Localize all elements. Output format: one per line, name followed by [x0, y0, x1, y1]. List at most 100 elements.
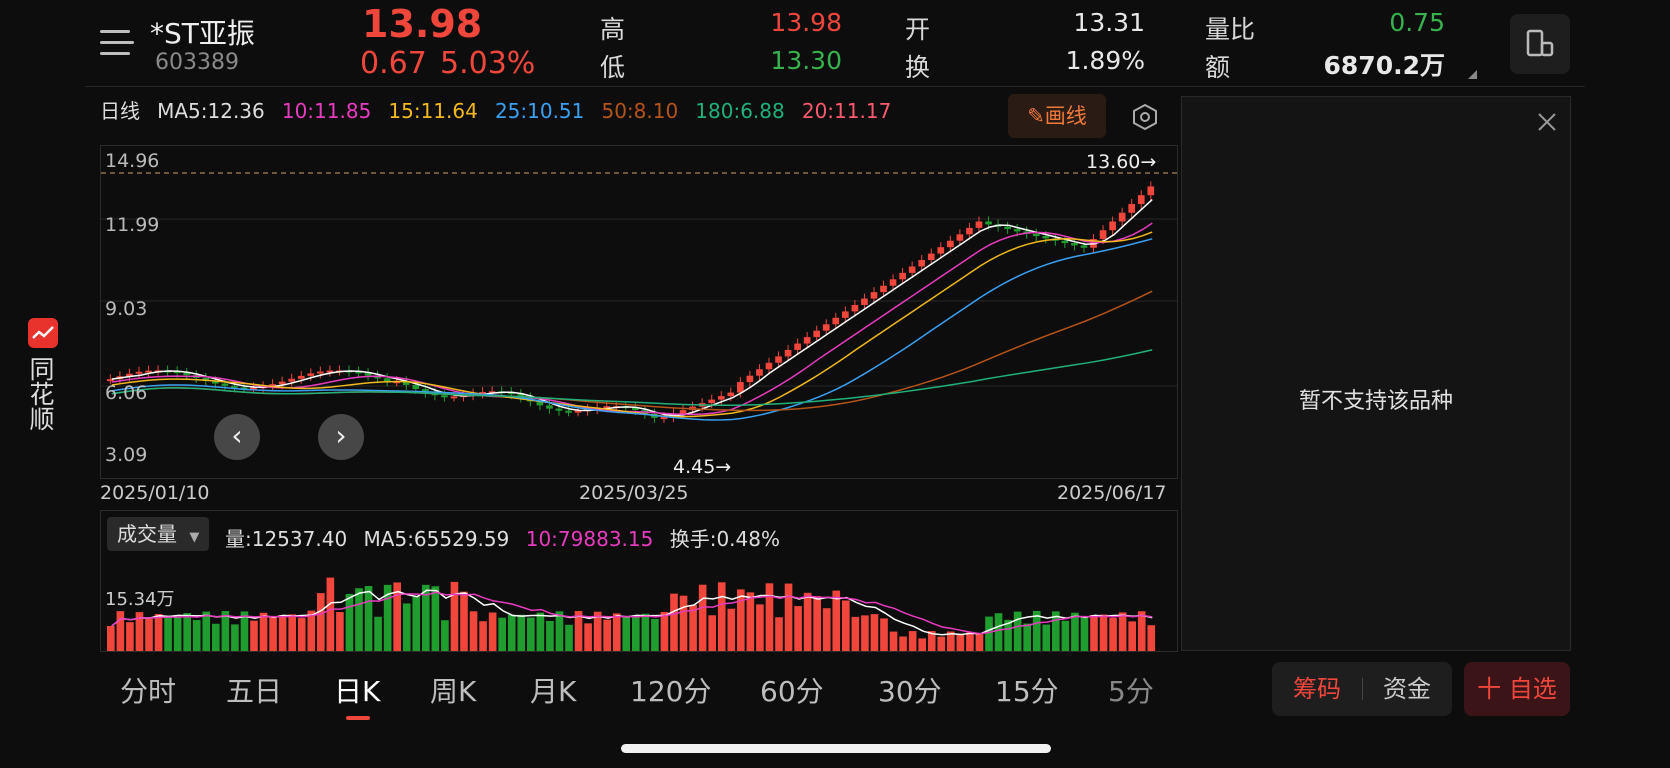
volume-bar: [192, 620, 201, 651]
volume-bar: [536, 612, 545, 651]
volume-indicator-select[interactable]: 成交量 ▼: [107, 517, 210, 551]
volume-bar: [651, 618, 659, 651]
ma10-value: 10:11.85: [281, 99, 372, 123]
volume-bar: [231, 624, 239, 651]
stock-code: 603389: [155, 50, 239, 75]
kline-chart[interactable]: 14.96 11.99 9.03 6.06 3.09 13.60→ 4.45→ …: [100, 145, 1178, 479]
tab-5min[interactable]: 5分: [1108, 670, 1154, 710]
candle-body: [297, 375, 305, 379]
period-label: 日线: [100, 99, 140, 123]
volume-bar: [479, 621, 487, 651]
funds-button[interactable]: 资金: [1362, 662, 1452, 716]
active-tab-indicator: [346, 716, 370, 720]
candle-body: [851, 304, 859, 312]
header-divider: [85, 86, 1585, 87]
volume-bar: [756, 604, 764, 651]
close-icon[interactable]: [1532, 107, 1562, 137]
candle-body: [450, 396, 458, 399]
candle-body: [737, 382, 744, 393]
candle-body: [746, 375, 754, 383]
volume-bar: [966, 632, 974, 651]
min-price-marker: 4.45→: [673, 456, 732, 478]
amount-label: 额: [1205, 53, 1231, 82]
volume-bar: [278, 615, 287, 651]
volume-bar: [116, 611, 125, 651]
volume-bar: [126, 622, 134, 651]
volume-bar: [250, 620, 258, 651]
y-label-4: 6.06: [105, 382, 148, 404]
volume-bar: [1042, 624, 1051, 651]
volume-bar: [336, 612, 344, 651]
candle-body: [765, 362, 773, 370]
volume-bar: [259, 612, 268, 651]
tab-weekly-k[interactable]: 周K: [430, 670, 476, 710]
volume-ma10: 10:79883.15: [525, 527, 654, 551]
tab-60min[interactable]: 60分: [760, 670, 824, 710]
candle-body: [822, 324, 830, 331]
y-label-3: 9.03: [105, 298, 148, 320]
scroll-left-button[interactable]: ‹: [214, 414, 260, 460]
candle-body: [947, 240, 954, 248]
candle-body: [1118, 212, 1126, 222]
tab-30min[interactable]: 30分: [878, 670, 942, 710]
volume-bar: [326, 577, 335, 651]
moving-average-line: [111, 199, 1153, 417]
candle-body: [708, 399, 716, 404]
ma50-value: 50:8.10: [601, 99, 679, 123]
candle-body: [383, 378, 391, 382]
y-label-5: 3.09: [105, 444, 148, 466]
home-indicator[interactable]: [621, 744, 1051, 753]
volume-bar: [870, 614, 879, 651]
moving-average-line: [111, 231, 1153, 418]
volume-turnover: 换手:0.48%: [669, 527, 780, 551]
rotate-screen-button[interactable]: [1510, 14, 1570, 74]
volume-bar: [679, 595, 688, 651]
tab-monthly-k[interactable]: 月K: [530, 670, 576, 710]
volume-bar: [603, 619, 611, 651]
menu-icon[interactable]: [100, 30, 134, 56]
volume-bar: [994, 613, 1003, 651]
tab-daily-k[interactable]: 日K: [334, 670, 380, 710]
settings-hexagon-icon[interactable]: [1130, 102, 1160, 132]
tab-15min[interactable]: 15分: [995, 670, 1059, 710]
draw-line-button[interactable]: ✎画线: [1008, 94, 1106, 138]
volume-bar: [107, 626, 115, 651]
tab-five-day[interactable]: 五日: [226, 670, 282, 710]
candle-body: [1032, 233, 1040, 237]
candle-body: [756, 369, 763, 376]
volume-bar: [708, 615, 716, 651]
candle-body: [889, 279, 897, 286]
candle-body: [1099, 230, 1107, 239]
volume-chart[interactable]: 成交量 ▼ 量:12537.40 MA5:65529.59 10:79883.1…: [100, 510, 1178, 652]
tab-timeshare[interactable]: 分时: [120, 670, 176, 710]
scroll-right-button[interactable]: ›: [318, 414, 364, 460]
app-logo-icon[interactable]: [28, 318, 58, 348]
volume-bar: [1137, 611, 1146, 651]
candle-body: [956, 234, 964, 241]
volume-bar: [488, 612, 497, 651]
volume-y-label: 15.34万: [105, 589, 175, 610]
volume-bar: [1013, 611, 1022, 651]
candle-body: [1042, 236, 1050, 239]
volume-bar: [297, 618, 306, 651]
candle-body: [842, 311, 849, 318]
volume-bar: [717, 582, 726, 651]
volume-bar: [164, 615, 172, 651]
volume-bar: [908, 631, 917, 651]
volume-bar: [803, 592, 812, 651]
volume-bar: [173, 616, 182, 651]
candle-body: [412, 384, 420, 390]
candle-body: [1109, 221, 1116, 231]
turnover-value: 1.89%: [1065, 46, 1145, 75]
volume-bar: [555, 611, 564, 651]
add-watchlist-button[interactable]: 十 自选: [1464, 662, 1570, 716]
chips-button[interactable]: 筹码: [1272, 662, 1362, 716]
candle-body: [555, 408, 563, 411]
volume-bar: [851, 616, 860, 651]
volume-bar: [412, 595, 421, 651]
tab-120min[interactable]: 120分: [630, 670, 711, 710]
unsupported-message: 暂不支持该品种: [1298, 389, 1453, 414]
expand-corner-icon[interactable]: [1468, 70, 1477, 79]
volume-bar: [899, 636, 907, 651]
volume-bar: [355, 588, 363, 651]
